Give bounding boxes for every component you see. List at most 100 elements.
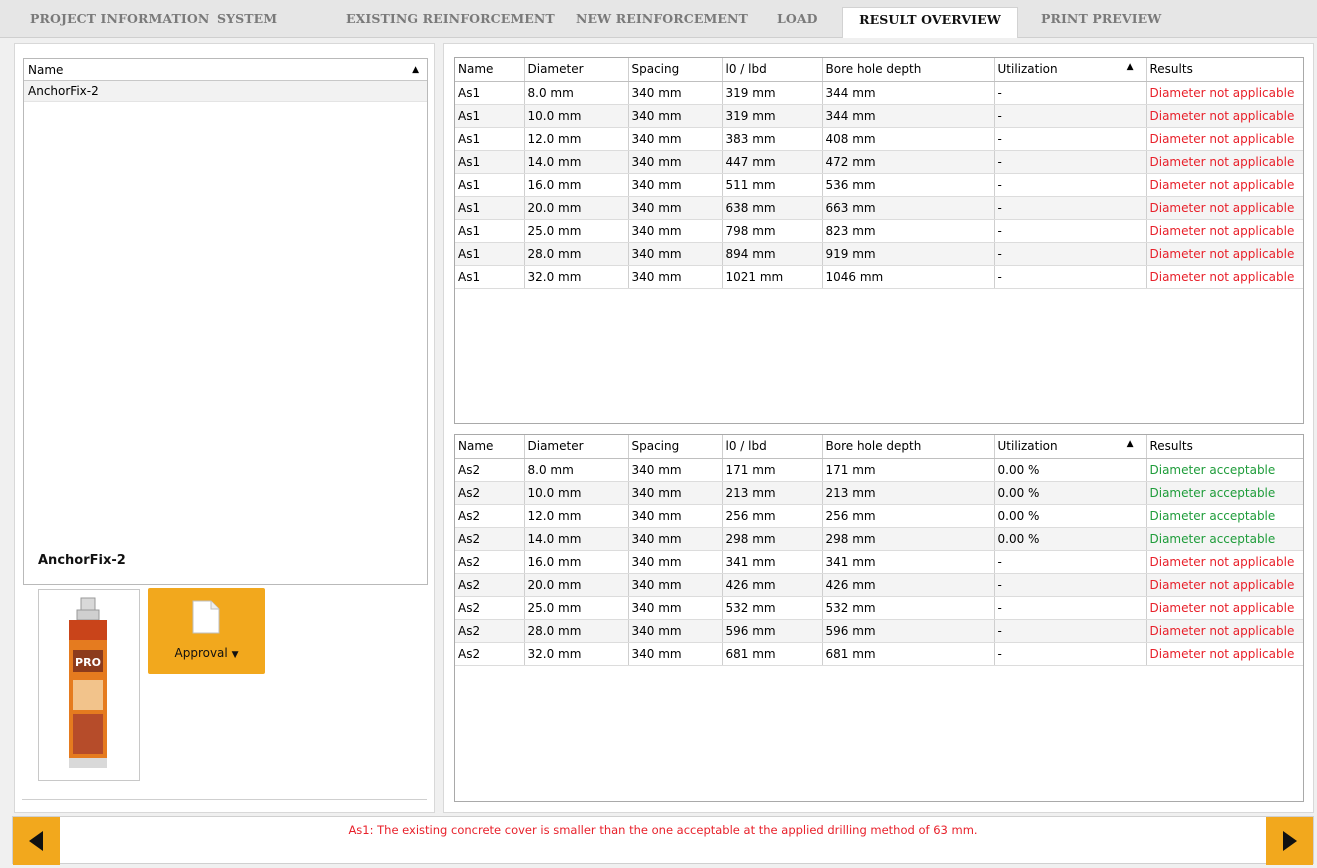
sort-ascending-icon: ▲: [1126, 439, 1134, 450]
cell-l0-lbd: 319 mm: [722, 81, 823, 105]
col-header-utilization-label: Utilization: [997, 62, 1058, 77]
table-row[interactable]: As2 20.0 mm 340 mm 426 mm 426 mm - Diameter no…: [455, 573, 1303, 597]
table-row[interactable]: As2 12.0 mm 340 mm 256 mm 256 mm 0.00 % Diamet…: [455, 504, 1303, 528]
previous-button[interactable]: [13, 817, 60, 865]
cell-spacing: 340 mm: [628, 219, 723, 243]
cell-result: Diameter not applicable: [1146, 596, 1303, 620]
table-row[interactable]: As2 32.0 mm 340 mm 681 mm 681 mm - Diameter no…: [455, 642, 1303, 666]
svg-text:PRO: PRO: [75, 656, 101, 669]
cell-utilization: -: [994, 173, 1147, 197]
cell-spacing: 340 mm: [628, 458, 723, 482]
cell-spacing: 340 mm: [628, 550, 723, 574]
cell-spacing: 340 mm: [628, 81, 723, 105]
cell-name: As2: [455, 458, 525, 482]
cell-l0-lbd: 532 mm: [722, 596, 823, 620]
cell-bore-hole-depth: 171 mm: [822, 458, 995, 482]
cell-bore-hole-depth: 919 mm: [822, 242, 995, 266]
cell-utilization: -: [994, 242, 1147, 266]
col-header-bore-hole-depth[interactable]: Bore hole depth: [822, 58, 995, 82]
cell-diameter: 25.0 mm: [524, 596, 629, 620]
product-list-header[interactable]: Name ▲: [24, 59, 427, 81]
cell-diameter: 12.0 mm: [524, 127, 629, 151]
document-icon: [192, 600, 220, 634]
table-row[interactable]: As2 10.0 mm 340 mm 213 mm 213 mm 0.00 % Diamet…: [455, 481, 1303, 505]
table-row[interactable]: As1 20.0 mm 340 mm 638 mm 663 mm - Diameter no…: [455, 196, 1303, 220]
cell-diameter: 32.0 mm: [524, 265, 629, 289]
cell-l0-lbd: 426 mm: [722, 573, 823, 597]
col-header-utilization[interactable]: Utilization ▲: [994, 58, 1147, 82]
cell-diameter: 10.0 mm: [524, 104, 629, 128]
cell-l0-lbd: 894 mm: [722, 242, 823, 266]
table-row[interactable]: As2 14.0 mm 340 mm 298 mm 298 mm 0.00 % Diamet…: [455, 527, 1303, 551]
cell-result: Diameter not applicable: [1146, 81, 1303, 105]
tab-new-reinforcement[interactable]: NEW REINFORCEMENT: [576, 7, 748, 38]
table-row[interactable]: As2 8.0 mm 340 mm 171 mm 171 mm 0.00 % Diamete…: [455, 458, 1303, 482]
col-header-spacing[interactable]: Spacing: [628, 435, 723, 459]
cell-utilization: -: [994, 196, 1147, 220]
cell-l0-lbd: 256 mm: [722, 504, 823, 528]
table-row[interactable]: As1 32.0 mm 340 mm 1021 mm 1046 mm - Diameter …: [455, 265, 1303, 289]
cell-result: Diameter not applicable: [1146, 573, 1303, 597]
cell-result: Diameter acceptable: [1146, 481, 1303, 505]
cell-bore-hole-depth: 256 mm: [822, 504, 995, 528]
table-row[interactable]: As1 8.0 mm 340 mm 319 mm 344 mm - Diameter not…: [455, 81, 1303, 105]
cell-l0-lbd: 341 mm: [722, 550, 823, 574]
cell-spacing: 340 mm: [628, 196, 723, 220]
cell-spacing: 340 mm: [628, 173, 723, 197]
warning-message: As1: The existing concrete cover is smal…: [348, 823, 978, 837]
tab-existing-reinforcement[interactable]: EXISTING REINFORCEMENT: [346, 7, 555, 38]
cell-spacing: 340 mm: [628, 127, 723, 151]
cell-diameter: 28.0 mm: [524, 242, 629, 266]
table-row[interactable]: As1 14.0 mm 340 mm 447 mm 472 mm - Diameter no…: [455, 150, 1303, 174]
tab-system[interactable]: SYSTEM: [217, 7, 277, 38]
cell-name: As2: [455, 550, 525, 574]
cell-diameter: 8.0 mm: [524, 81, 629, 105]
col-header-diameter[interactable]: Diameter: [524, 58, 629, 82]
tab-print-preview[interactable]: PRINT PREVIEW: [1041, 7, 1161, 38]
table-row[interactable]: As1 16.0 mm 340 mm 511 mm 536 mm - Diameter no…: [455, 173, 1303, 197]
tab-load[interactable]: LOAD: [777, 7, 818, 38]
table-row[interactable]: As1 28.0 mm 340 mm 894 mm 919 mm - Diameter no…: [455, 242, 1303, 266]
cell-bore-hole-depth: 426 mm: [822, 573, 995, 597]
cell-utilization: -: [994, 596, 1147, 620]
table-row[interactable]: As1 10.0 mm 340 mm 319 mm 344 mm - Diameter no…: [455, 104, 1303, 128]
product-list-header-label: Name: [28, 63, 64, 77]
cell-l0-lbd: 1021 mm: [722, 265, 823, 289]
tab-result-overview[interactable]: RESULT OVERVIEW: [842, 7, 1018, 38]
col-header-bore-hole-depth[interactable]: Bore hole depth: [822, 435, 995, 459]
cell-utilization: -: [994, 150, 1147, 174]
col-header-name[interactable]: Name: [455, 435, 525, 459]
approval-button[interactable]: Approval ▼: [148, 588, 265, 674]
col-header-diameter[interactable]: Diameter: [524, 435, 629, 459]
col-header-l0-lbd[interactable]: l0 / lbd: [722, 435, 823, 459]
cell-l0-lbd: 798 mm: [722, 219, 823, 243]
next-button[interactable]: [1266, 817, 1313, 865]
tab-project-information[interactable]: PROJECT INFORMATION: [30, 7, 209, 38]
col-header-utilization[interactable]: Utilization ▲: [994, 435, 1147, 459]
cell-spacing: 340 mm: [628, 104, 723, 128]
cell-utilization: -: [994, 619, 1147, 643]
col-header-results[interactable]: Results: [1146, 58, 1303, 82]
table-row[interactable]: As2 25.0 mm 340 mm 532 mm 532 mm - Diameter no…: [455, 596, 1303, 620]
cell-utilization: -: [994, 573, 1147, 597]
sort-ascending-icon: ▲: [412, 65, 419, 75]
cell-name: As2: [455, 527, 525, 551]
table-row[interactable]: As2 16.0 mm 340 mm 341 mm 341 mm - Diameter no…: [455, 550, 1303, 574]
cell-diameter: 32.0 mm: [524, 642, 629, 666]
col-header-spacing[interactable]: Spacing: [628, 58, 723, 82]
cell-name: As2: [455, 504, 525, 528]
table-row[interactable]: As1 12.0 mm 340 mm 383 mm 408 mm - Diameter no…: [455, 127, 1303, 151]
col-header-l0-lbd[interactable]: l0 / lbd: [722, 58, 823, 82]
cell-l0-lbd: 596 mm: [722, 619, 823, 643]
col-header-results[interactable]: Results: [1146, 435, 1303, 459]
cell-result: Diameter not applicable: [1146, 242, 1303, 266]
list-item[interactable]: AnchorFix-2: [24, 81, 427, 102]
table-row[interactable]: As1 25.0 mm 340 mm 798 mm 823 mm - Diameter no…: [455, 219, 1303, 243]
product-title: AnchorFix-2: [38, 553, 126, 568]
cell-bore-hole-depth: 344 mm: [822, 81, 995, 105]
table-row[interactable]: As2 28.0 mm 340 mm 596 mm 596 mm - Diameter no…: [455, 619, 1303, 643]
cell-l0-lbd: 383 mm: [722, 127, 823, 151]
cell-result: Diameter not applicable: [1146, 196, 1303, 220]
cell-diameter: 28.0 mm: [524, 619, 629, 643]
col-header-name[interactable]: Name: [455, 58, 525, 82]
